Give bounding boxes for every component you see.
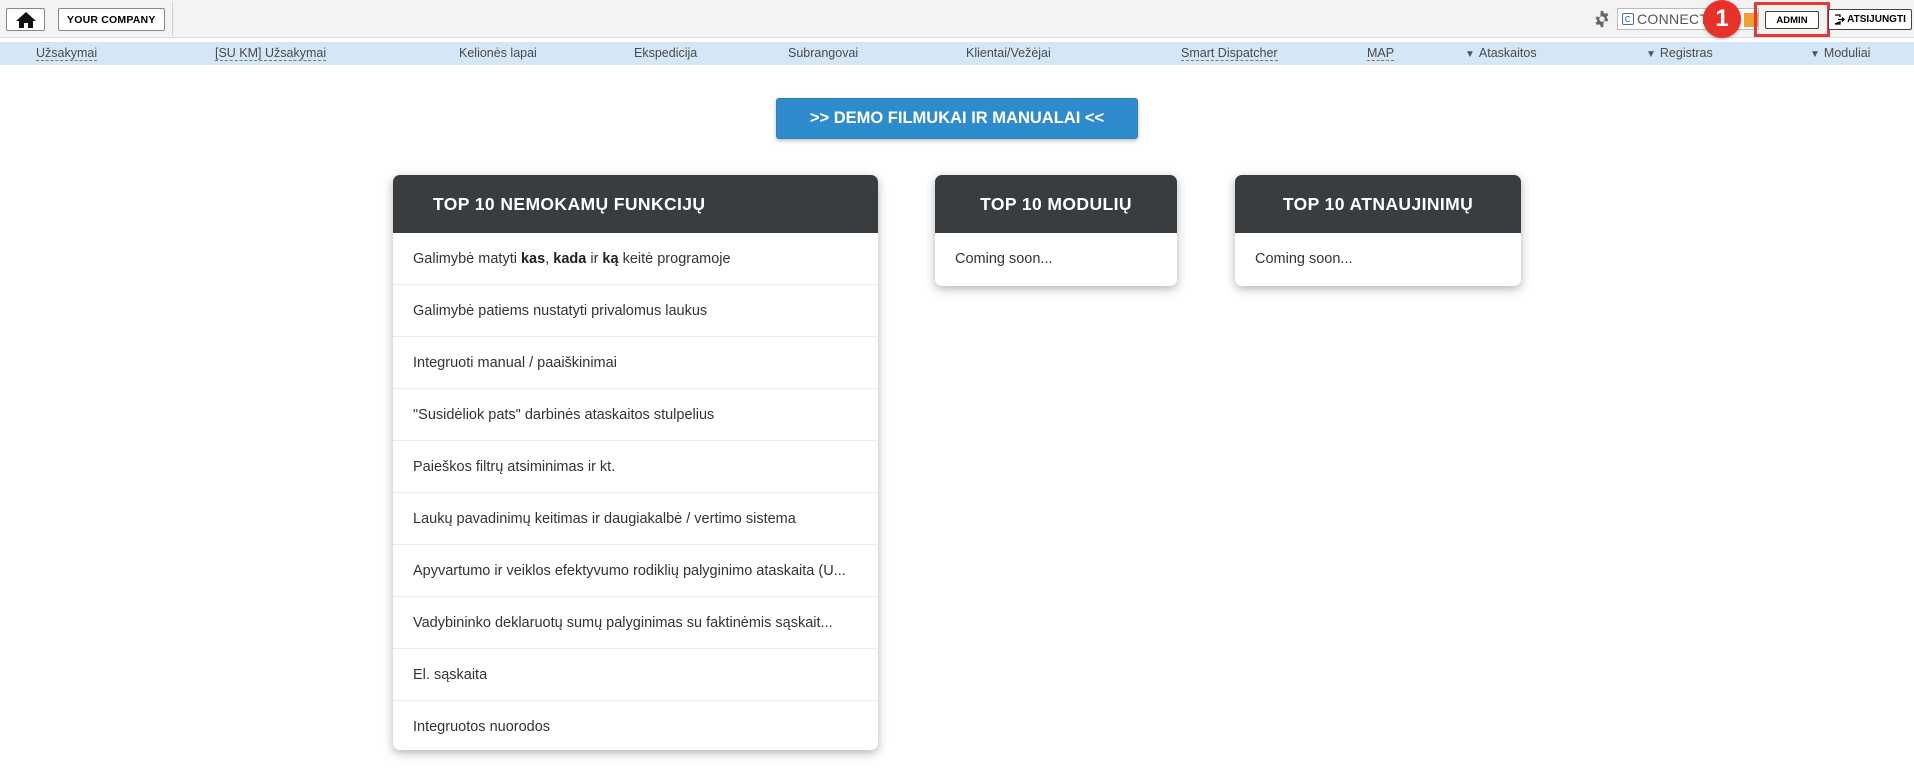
list-item[interactable]: Laukų pavadinimų keitimas ir daugiakalbė…: [393, 493, 878, 545]
dropdown-arrow-icon: ▼: [1465, 49, 1475, 60]
list-item-text: Apyvartumo ir veiklos efektyvumo rodikli…: [413, 562, 846, 579]
nav-item-label: Smart Dispatcher: [1181, 46, 1278, 61]
main-nav: Užsakymai [SU KM] Užsakymai Kelionės lap…: [0, 42, 1914, 65]
nav-item-registras[interactable]: ▼ Registras: [1646, 42, 1713, 65]
demo-manuals-button[interactable]: >> DEMO FILMUKAI IR MANUALAI <<: [776, 98, 1138, 139]
nav-item-label: MAP: [1367, 46, 1395, 61]
card-text: Coming soon...: [1235, 233, 1521, 285]
coming-soon-text: Coming soon...: [955, 251, 1053, 267]
card-text: Coming soon...: [935, 233, 1177, 285]
list-item[interactable]: Galimybė matyti kas, kada ir ką keitė pr…: [393, 233, 878, 285]
nav-item-ekspedicija[interactable]: Ekspedicija: [634, 42, 697, 65]
nav-item-label: Registras: [1659, 46, 1713, 60]
list-item[interactable]: Apyvartumo ir veiklos efektyvumo rodikli…: [393, 545, 878, 597]
list-item-text: Laukų pavadinimų keitimas ir daugiakalbė…: [413, 510, 796, 527]
top-toolbar: YOUR COMPANY CONNECT 1 ADMIN ATSIJUNGTI: [0, 0, 1914, 38]
nav-item-klientai-vezejai[interactable]: Klientai/Vežėjai: [966, 42, 1051, 65]
nav-item-smart-dispatcher[interactable]: Smart Dispatcher: [1181, 42, 1278, 65]
logout-label: ATSIJUNGTI: [1847, 14, 1906, 25]
list-item-text: "Susidėliok pats" darbinės ataskaitos st…: [413, 406, 715, 423]
nav-item-moduliai[interactable]: ▼ Moduliai: [1810, 42, 1870, 65]
toolbar-divider: [172, 2, 173, 36]
nav-item-su-km-uzsakymai[interactable]: [SU KM] Užsakymai: [215, 42, 327, 65]
list-item[interactable]: Galimybė patiems nustatyti privalomus la…: [393, 285, 878, 337]
company-button[interactable]: YOUR COMPANY: [58, 8, 165, 31]
admin-button[interactable]: ADMIN: [1765, 11, 1819, 29]
home-icon: [15, 11, 36, 28]
nav-item-label: Užsakymai: [36, 46, 98, 61]
dropdown-arrow-icon: ▼: [1646, 49, 1656, 60]
list-item-text: El. sąskaita: [413, 666, 488, 683]
list-item[interactable]: Vadybininko deklaruotų sumų palyginimas …: [393, 597, 878, 649]
card-title: TOP 10 MODULIŲ: [935, 175, 1177, 233]
list-item-text: Integruoti manual / paaiškinimai: [413, 354, 617, 371]
gear-icon[interactable]: [1593, 10, 1611, 28]
list-item-text: Galimybė matyti kas, kada ir ką keitė pr…: [413, 250, 731, 267]
list-item[interactable]: Integruoti manual / paaiškinimai: [393, 337, 878, 389]
list-item[interactable]: "Susidėliok pats" darbinės ataskaitos st…: [393, 389, 878, 441]
card-top-free-functions: TOP 10 NEMOKAMŲ FUNKCIJŲ Galimybė matyti…: [393, 175, 878, 750]
home-button[interactable]: [6, 8, 45, 31]
nav-item-uzsakymai[interactable]: Užsakymai: [36, 42, 98, 65]
list-item-text: Paieškos filtrų atsiminimas ir kt.: [413, 458, 616, 475]
connect-label: CONNECT: [1637, 11, 1709, 27]
logout-button[interactable]: ATSIJUNGTI: [1828, 9, 1912, 30]
nav-item-keliones-lapai[interactable]: Kelionės lapai: [459, 42, 537, 65]
dropdown-arrow-icon: ▼: [1810, 49, 1820, 60]
list-item-text: Integruotos nuorodos: [413, 719, 551, 735]
list-item-text: Vadybininko deklaruotų sumų palyginimas …: [413, 614, 833, 631]
nav-item-label: Subrangovai: [788, 46, 859, 60]
nav-item-label: Ekspedicija: [634, 46, 698, 60]
nav-item-label: [SU KM] Užsakymai: [215, 46, 327, 61]
card-top-modules: TOP 10 MODULIŲ Coming soon...: [935, 175, 1177, 286]
card-title: TOP 10 NEMOKAMŲ FUNKCIJŲ: [393, 175, 878, 233]
nav-item-label: Ataskaitos: [1478, 46, 1537, 60]
nav-item-label: Kelionės lapai: [459, 46, 537, 60]
nav-item-label: Moduliai: [1823, 46, 1871, 60]
list-item[interactable]: El. sąskaita: [393, 649, 878, 701]
list-item-text: Galimybė patiems nustatyti privalomus la…: [413, 302, 708, 319]
step-badge: 1: [1703, 0, 1741, 38]
card-title: TOP 10 ATNAUJINIMŲ: [1235, 175, 1521, 233]
logout-icon: [1834, 14, 1846, 25]
list-item[interactable]: Integruotos nuorodos: [393, 701, 878, 750]
list-item[interactable]: Paieškos filtrų atsiminimas ir kt.: [393, 441, 878, 493]
nav-item-ataskaitos[interactable]: ▼ Ataskaitos: [1465, 42, 1537, 65]
card-top-updates: TOP 10 ATNAUJINIMŲ Coming soon...: [1235, 175, 1521, 286]
coming-soon-text: Coming soon...: [1255, 251, 1353, 267]
nav-item-label: Klientai/Vežėjai: [966, 46, 1051, 60]
nav-item-subrangovai[interactable]: Subrangovai: [788, 42, 858, 65]
nav-item-map[interactable]: MAP: [1367, 42, 1395, 65]
connect-logo-icon: [1622, 13, 1634, 25]
